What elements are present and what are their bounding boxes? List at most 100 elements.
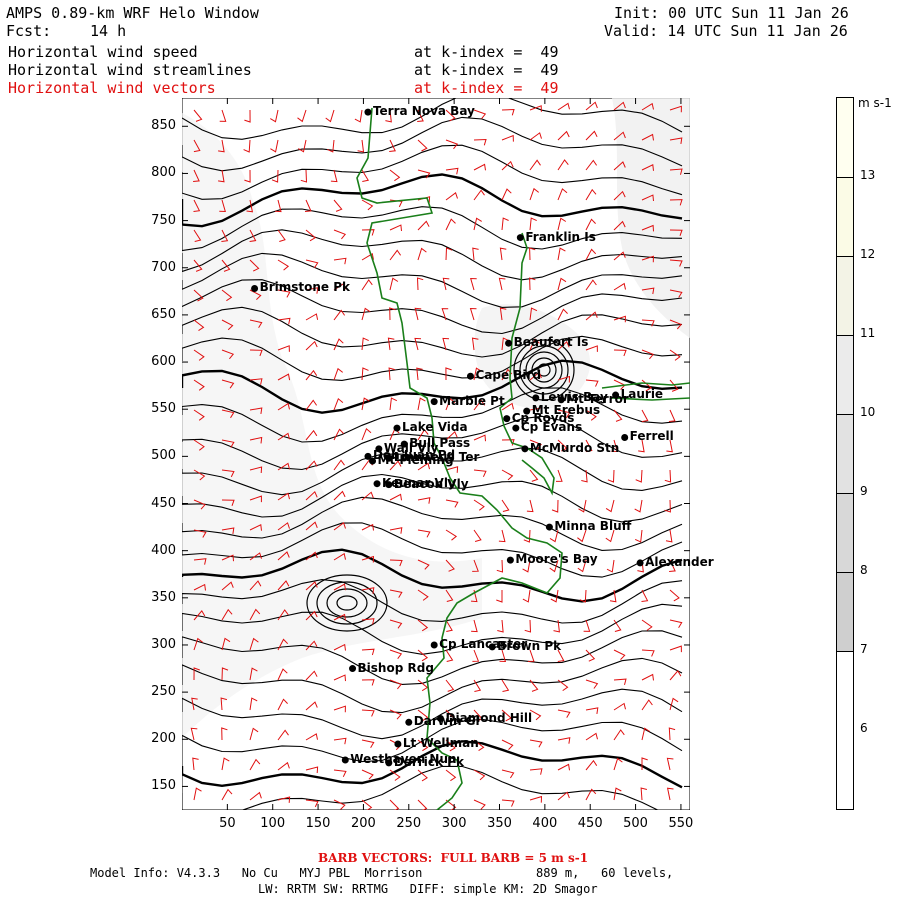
place-marker <box>341 756 349 764</box>
x-tick-label: 300 <box>441 816 467 831</box>
place-marker <box>532 394 540 402</box>
place-marker <box>251 284 259 292</box>
init-time: Init: 00 UTC Sun 11 Jan 26 <box>614 4 849 22</box>
place-label: Cape Bird <box>475 368 542 383</box>
place-marker <box>349 665 357 673</box>
place-label: Laurie <box>620 387 664 402</box>
colorbar-cell <box>837 572 853 652</box>
colorbar-cell <box>837 414 853 494</box>
place-label: Bishop Rdg <box>357 660 434 675</box>
place-label: Alexander <box>645 554 714 569</box>
place-label: Franklin Is <box>525 229 596 244</box>
place-marker <box>636 559 644 567</box>
field-level-vectors: at k-index = 49 <box>414 79 559 97</box>
valid-time: Valid: 14 UTC Sun 11 Jan 26 <box>604 22 848 40</box>
place-marker <box>503 415 511 423</box>
y-tick-label: 750 <box>151 212 176 228</box>
y-tick-label: 600 <box>151 354 176 370</box>
place-marker <box>466 372 474 380</box>
field-name-speed: Horizontal wind speed <box>8 43 198 61</box>
colorbar-tick-label: 10 <box>860 405 876 419</box>
x-tick-label: 400 <box>532 816 558 831</box>
place-label: Mt Fleming <box>377 453 454 468</box>
colorbar-cell <box>837 98 853 177</box>
forecast-label: Fcst: <box>6 22 52 40</box>
y-tick-label: 150 <box>151 778 176 794</box>
place-label: Brown Pk <box>497 638 562 653</box>
place-marker <box>405 718 413 726</box>
model-info: Model Info: V4.3.3 No Cu MYJ PBL Morriso… <box>90 866 423 880</box>
barb-legend: BARB VECTORS: FULL BARB = 5 m s-1 <box>318 851 589 865</box>
colorbar-tick-label: 9 <box>860 484 868 498</box>
x-tick-label: 350 <box>487 816 512 831</box>
colorbar-cell <box>837 177 853 257</box>
model-physics: LW: RRTM SW: RRTMG DIFF: simple KM: 2D S… <box>258 882 598 896</box>
place-marker <box>373 480 381 488</box>
place-label: Cp Evans <box>520 420 583 435</box>
place-marker <box>430 398 438 406</box>
colorbar-tick-label: 13 <box>860 168 876 182</box>
colorbar-cell <box>837 335 853 415</box>
place-label: Derrick Pk <box>393 754 464 769</box>
field-name-streamlines: Horizontal wind streamlines <box>8 61 252 79</box>
place-marker <box>516 234 524 242</box>
y-tick-label: 450 <box>151 495 176 511</box>
place-marker <box>505 339 513 347</box>
y-tick-label: 300 <box>151 636 176 652</box>
x-tick-label: 250 <box>396 816 422 831</box>
x-tick-label: 50 <box>219 816 236 831</box>
model-resolution: 889 m, 60 levels, <box>536 866 674 880</box>
colorbar-cell <box>837 651 853 731</box>
place-label: Mt Erebus <box>531 403 601 418</box>
place-marker <box>394 740 402 748</box>
x-tick-label: 550 <box>668 816 694 831</box>
y-tick-label: 200 <box>151 731 176 747</box>
place-label: Diamond Hill <box>445 710 533 725</box>
colorbar-unit: m s-1 <box>858 96 892 110</box>
y-tick-label: 500 <box>151 448 176 464</box>
place-label: Lake Vida <box>401 420 468 435</box>
colorbar-tick-label: 6 <box>860 721 868 735</box>
place-label: McMurdo Stn <box>529 440 620 455</box>
field-level-speed: at k-index = 49 <box>414 43 559 61</box>
field-level-streamlines: at k-index = 49 <box>414 61 559 79</box>
field-name-vectors: Horizontal wind vectors <box>8 79 216 97</box>
place-label: Terra Nova Bay <box>372 104 475 119</box>
colorbar-cell <box>837 493 853 573</box>
y-tick-label: 550 <box>151 401 176 417</box>
place-label: Beacon Vly <box>393 476 469 491</box>
place-marker <box>506 556 514 564</box>
place-marker <box>621 433 629 441</box>
map-title: AMPS 0.89-km WRF Helo Window <box>6 4 259 22</box>
y-tick-label: 250 <box>151 684 176 700</box>
place-marker <box>364 108 372 116</box>
y-tick-label: 700 <box>151 259 176 275</box>
colorbar-tick-label: 8 <box>860 563 868 577</box>
place-label: Moore's Bay <box>515 552 598 567</box>
colorbar-tick-label: 12 <box>860 247 876 261</box>
place-marker <box>545 523 553 531</box>
y-tick-label: 350 <box>151 589 176 605</box>
place-label: Beaufort Is <box>513 335 589 350</box>
place-marker <box>393 424 401 432</box>
forecast-hours: 14 h <box>90 22 127 40</box>
place-marker <box>521 445 529 453</box>
place-marker <box>512 424 520 432</box>
x-tick-label: 500 <box>623 816 648 831</box>
x-tick-label: 100 <box>260 816 286 831</box>
x-tick-label: 150 <box>305 816 331 831</box>
y-tick-label: 650 <box>151 306 176 322</box>
colorbar-cell <box>837 256 853 336</box>
colorbar-tick-label: 11 <box>860 326 876 340</box>
place-label: Lt Wellman <box>402 735 479 750</box>
place-label: Marble Pt <box>439 393 505 408</box>
y-tick-label: 850 <box>151 118 176 134</box>
x-tick-label: 200 <box>351 816 376 831</box>
colorbar <box>836 97 854 810</box>
place-label: Brimstone Pk <box>259 280 351 295</box>
place-label: Minna Bluff <box>554 519 632 534</box>
y-tick-label: 400 <box>151 542 176 558</box>
place-label: Ferrell <box>629 429 674 444</box>
y-tick-label: 800 <box>151 165 176 181</box>
colorbar-tick-label: 7 <box>860 642 868 656</box>
